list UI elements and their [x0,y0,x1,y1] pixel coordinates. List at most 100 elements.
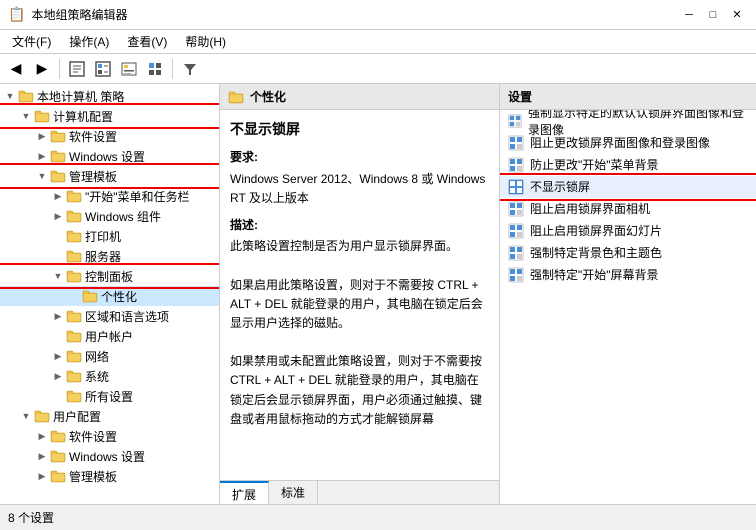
tree-user-admin[interactable]: ▶ 管理模板 [0,466,219,486]
toolbar-btn-4[interactable] [143,57,167,81]
middle-title: 不显示锁屏 [230,118,489,140]
server-label: 服务器 [85,248,121,265]
right-item-no-lockscreen[interactable]: 不显示锁屏 [500,176,756,198]
tree-user-software[interactable]: ▶ 软件设置 [0,426,219,446]
status-bar: 8 个设置 [0,504,756,530]
uw-expander: ▶ [34,448,50,464]
software-expander: ▶ [34,128,50,144]
region-lang-label: 区域和语言选项 [85,308,169,325]
menu-file[interactable]: 文件(F) [4,31,59,52]
admin-templates-label: 管理模板 [69,168,117,185]
uc-expander: ▼ [18,408,34,424]
uadmin-folder-icon [50,469,66,483]
us-expander: ▶ [34,428,50,444]
pers-folder-icon [82,289,98,303]
tree-user-accounts[interactable]: ▶ 用户帐户 [0,326,219,346]
right-item-disable-slideshow[interactable]: 阻止启用锁屏界面幻灯片 [500,220,756,242]
sys-folder-icon [66,369,82,383]
status-text: 8 个设置 [8,509,54,526]
right-scroll-area[interactable]: 强制显示特定的默认认锁屏界面图像和登录图像 阻止更改锁屏界面图像和登录图像 [500,110,756,504]
user-config-label: 用户配置 [53,408,101,425]
admin-folder-icon [50,169,66,183]
tree-computer-config[interactable]: ▼ 计算机配置 [0,106,219,126]
net-folder-icon [66,349,82,363]
start-expander: ▶ [50,188,66,204]
root-expander: ▼ [2,88,18,104]
personalization-label: 个性化 [101,288,137,305]
right-item-force-start-bg[interactable]: 强制特定"开始"屏幕背景 [500,264,756,286]
computer-config-folder-icon [34,109,50,123]
tree-personalization[interactable]: ▶ 个性化 [0,286,219,306]
toolbar-separator-1 [59,59,60,79]
tree-all-settings[interactable]: ▶ 所有设置 [0,386,219,406]
tree-printer[interactable]: ▶ 打印机 [0,226,219,246]
tree-network[interactable]: ▶ 网络 [0,346,219,366]
tree-server[interactable]: ▶ 服务器 [0,246,219,266]
tree-user-config[interactable]: ▼ 用户配置 [0,406,219,426]
windows-comp-label: Windows 组件 [85,208,161,225]
tab-standard[interactable]: 标准 [269,481,318,504]
start-folder-icon [66,189,82,203]
policy-icon-7 [508,245,524,261]
tab-bar: 扩展 标准 [220,480,499,504]
disable-camera-label: 阻止启用锁屏界面相机 [530,200,650,217]
menu-help[interactable]: 帮助(H) [177,31,234,52]
tree-root-label: 本地计算机 策略 [37,88,124,105]
right-item-prevent-start-menu[interactable]: 防止更改"开始"菜单背景 [500,154,756,176]
window-title: 本地组策略编辑器 [31,6,127,23]
middle-scroll-area[interactable]: 不显示锁屏 要求: Windows Server 2012、Windows 8 … [220,110,499,480]
right-item-force-bg-color[interactable]: 强制特定背景色和主题色 [500,242,756,264]
prevent-lockscreen-img-label: 阻止更改锁屏界面图像和登录图像 [530,134,710,151]
root-icon [18,89,34,103]
tree-windows-settings[interactable]: ▶ Windows 设置 [0,146,219,166]
right-panel-wrapper: 设置 强制显示特定的默认认锁屏界面图像和登录图像 [500,84,756,504]
menu-action[interactable]: 操作(A) [61,31,117,52]
printer-folder-icon [66,229,82,243]
policy-icon-5 [508,201,524,217]
minimize-button[interactable]: ─ [678,5,700,25]
tree-start-taskbar[interactable]: ▶ "开始"菜单和任务栏 [0,186,219,206]
user-admin-label: 管理模板 [69,468,117,485]
tree-admin-templates[interactable]: ▼ 管理模板 [0,166,219,186]
tree-region-lang[interactable]: ▶ 区域和语言选项 [0,306,219,326]
region-expander: ▶ [50,308,66,324]
title-bar-controls: ─ □ ✕ [678,5,748,25]
all-settings-label: 所有设置 [85,388,133,405]
toolbar-btn-3[interactable] [117,57,141,81]
policy-icon-8 [508,267,524,283]
tab-extended[interactable]: 扩展 [220,481,269,504]
maximize-button[interactable]: □ [702,5,724,25]
policy-icon-6 [508,223,524,239]
user-windows-label: Windows 设置 [69,448,145,465]
close-button[interactable]: ✕ [726,5,748,25]
start-taskbar-label: "开始"菜单和任务栏 [85,188,190,205]
tree-system[interactable]: ▶ 系统 [0,366,219,386]
uw-folder-icon [50,449,66,463]
control-panel-label: 控制面板 [85,268,133,285]
back-button[interactable]: ◀ [4,57,28,81]
tree-user-windows[interactable]: ▶ Windows 设置 [0,446,219,466]
user-accounts-label: 用户帐户 [85,328,133,345]
middle-content: 不显示锁屏 要求: Windows Server 2012、Windows 8 … [220,110,499,437]
menu-bar: 文件(F) 操作(A) 查看(V) 帮助(H) [0,30,756,54]
right-item-force-lockscreen-img[interactable]: 强制显示特定的默认认锁屏界面图像和登录图像 [500,110,756,132]
tree-root[interactable]: ▼ 本地计算机 策略 [0,86,219,106]
menu-view[interactable]: 查看(V) [119,31,175,52]
filter-button[interactable] [178,57,202,81]
tree-windows-comp[interactable]: ▶ Windows 组件 [0,206,219,226]
cp-folder-icon [66,269,82,283]
toolbar-separator-2 [172,59,173,79]
network-label: 网络 [85,348,109,365]
right-header: 设置 [500,84,756,110]
tree-software-settings[interactable]: ▶ 软件设置 [0,126,219,146]
cp-expander: ▼ [50,268,66,284]
net-expander: ▶ [50,348,66,364]
right-item-disable-camera[interactable]: 阻止启用锁屏界面相机 [500,198,756,220]
toolbar-btn-1[interactable] [65,57,89,81]
require-label: 要求: [230,148,489,167]
main-container: ▼ 本地计算机 策略 ▼ 计算机配置 ▶ [0,84,756,504]
forward-button[interactable]: ▶ [30,57,54,81]
tree-control-panel[interactable]: ▼ 控制面板 [0,266,219,286]
toolbar-btn-2[interactable] [91,57,115,81]
force-start-bg-label: 强制特定"开始"屏幕背景 [530,266,659,283]
